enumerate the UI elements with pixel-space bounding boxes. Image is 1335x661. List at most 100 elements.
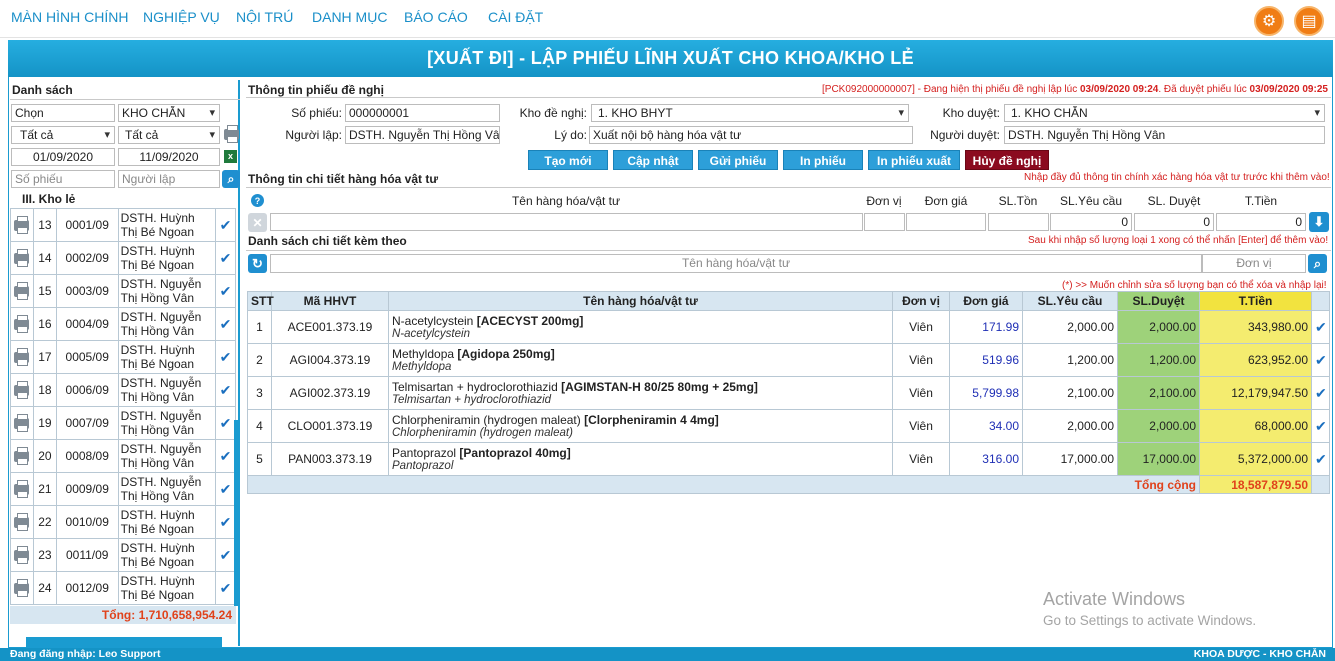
list-row[interactable]: 13 0001/09 DSTH. Huỳnh Thị Bé Ngoan ✔ — [10, 208, 236, 242]
create-new-button[interactable]: Tạo mới — [528, 150, 608, 170]
so-phieu-field[interactable]: 000000001 — [345, 104, 500, 122]
item-approved-input[interactable]: 0 — [1134, 213, 1214, 231]
print-icon[interactable] — [10, 373, 34, 407]
row-creator: DSTH. Huỳnh Thị Bé Ngoan — [117, 208, 217, 242]
table-row[interactable]: 4 CLO001.373.19 Chlorpheniramin (hydrogen … — [247, 409, 1330, 443]
list-scrollbar[interactable] — [234, 420, 239, 606]
search-item-input[interactable]: Tên hàng hóa/vật tư — [270, 254, 1202, 273]
list-row[interactable]: 18 0006/09 DSTH. Nguyễn Thị Hồng Vân ✔ — [10, 373, 236, 407]
print-icon[interactable] — [10, 406, 34, 440]
list-row[interactable]: 22 0010/09 DSTH. Huỳnh Thị Bé Ngoan ✔ — [10, 505, 236, 539]
search-icon[interactable]: ⌕ — [222, 170, 240, 188]
cell-total: 68,000.00 — [1199, 409, 1312, 443]
col-approved-label: SL. Duyệt — [1147, 194, 1201, 208]
print-icon[interactable] — [10, 208, 34, 242]
check-icon: ✔ — [215, 439, 236, 473]
print-list-icon[interactable] — [224, 125, 239, 143]
list-row[interactable]: 17 0005/09 DSTH. Huỳnh Thị Bé Ngoan ✔ — [10, 340, 236, 374]
cancel-request-button[interactable]: Hủy đề nghị — [965, 150, 1049, 170]
so-phieu-search-input[interactable]: Số phiếu — [11, 170, 115, 188]
cell-name: Telmisartan + hydroclorothiazid [AGIMSTA… — [388, 376, 893, 410]
excel-export-icon[interactable]: x — [224, 150, 237, 163]
search-unit-input[interactable]: Đơn vị — [1202, 254, 1306, 273]
update-button[interactable]: Cập nhật — [613, 150, 693, 170]
left-panel-title: Danh sách — [12, 83, 73, 97]
manual-book-icon[interactable]: ▤ — [1294, 6, 1324, 36]
list-row[interactable]: 14 0002/09 DSTH. Huỳnh Thị Bé Ngoan ✔ — [10, 241, 236, 275]
print-icon[interactable] — [10, 472, 34, 506]
print-icon[interactable] — [10, 307, 34, 341]
settings-gear-icon[interactable]: ⚙ — [1254, 6, 1284, 36]
list-row[interactable]: 21 0009/09 DSTH. Nguyễn Thị Hồng Vân ✔ — [10, 472, 236, 506]
nguoi-lap-search-input[interactable]: Người lập — [118, 170, 220, 188]
ly-do-field[interactable]: Xuất nội bộ hàng hóa vật tư — [589, 126, 913, 144]
load-more-button[interactable] — [26, 637, 222, 647]
kho-duyet-select[interactable]: 1. KHO CHẴN — [1004, 104, 1325, 122]
col-unit-label: Đơn vị — [866, 194, 902, 208]
nav-cai-dat[interactable]: CÀI ĐẶT — [488, 9, 543, 25]
row-creator: DSTH. Huỳnh Thị Bé Ngoan — [117, 340, 217, 374]
print-icon[interactable] — [10, 505, 34, 539]
clear-icon[interactable]: ✕ — [248, 213, 267, 232]
to-date-field[interactable]: 11/09/2020 — [118, 148, 220, 166]
nav-bao-cao[interactable]: BÁO CÁO — [404, 9, 468, 25]
print-icon[interactable] — [10, 340, 34, 374]
from-date-field[interactable]: 01/09/2020 — [11, 148, 115, 166]
th-total: T.Tiền — [1199, 291, 1312, 311]
type-filter-select[interactable]: Tất cả — [118, 126, 220, 144]
list-row[interactable]: 20 0008/09 DSTH. Nguyễn Thị Hồng Vân ✔ — [10, 439, 236, 473]
print-icon[interactable] — [10, 274, 34, 308]
item-stock-input[interactable] — [988, 213, 1049, 231]
list-row[interactable]: 16 0004/09 DSTH. Nguyễn Thị Hồng Vân ✔ — [10, 307, 236, 341]
nguoi-duyet-field[interactable]: DSTH. Nguyễn Thị Hồng Vân — [1004, 126, 1325, 144]
item-price-input[interactable] — [906, 213, 986, 231]
print-icon[interactable] — [10, 241, 34, 275]
row-number: 15 — [32, 274, 57, 308]
send-button[interactable]: Gửi phiếu — [698, 150, 778, 170]
search-icon[interactable]: ⌕ — [1308, 254, 1327, 273]
list-row[interactable]: 19 0007/09 DSTH. Nguyễn Thị Hồng Vân ✔ — [10, 406, 236, 440]
nav-man-hinh-chinh[interactable]: MÀN HÌNH CHÍNH — [11, 9, 128, 25]
check-icon: ✔ — [215, 538, 236, 572]
print-export-button[interactable]: In phiếu xuất — [868, 150, 960, 170]
table-row[interactable]: 3 AGI002.373.19 Telmisartan + hydrocloroth… — [247, 376, 1330, 410]
cell-stt: 5 — [247, 442, 272, 476]
nav-nghiep-vu[interactable]: NGHIỆP VỤ — [143, 9, 220, 25]
nguoi-duyet-label: Người duyệt: — [930, 128, 1000, 142]
item-total-input[interactable]: 0 — [1216, 213, 1306, 231]
list-row[interactable]: 24 0012/09 DSTH. Huỳnh Thị Bé Ngoan ✔ — [10, 571, 236, 605]
cell-approved: 1,200.00 — [1117, 343, 1200, 377]
list-row[interactable]: 23 0011/09 DSTH. Huỳnh Thị Bé Ngoan ✔ — [10, 538, 236, 572]
cell-code: CLO001.373.19 — [271, 409, 389, 443]
chon-select[interactable]: Chọn — [11, 104, 115, 122]
refresh-icon[interactable]: ↻ — [248, 254, 267, 273]
check-icon: ✔ — [215, 274, 236, 308]
status-line: [PCK092000000007] - Đang hiện thị phiếu … — [822, 84, 1328, 95]
kho-de-nghi-select[interactable]: 1. KHO BHYT — [591, 104, 909, 122]
table-row[interactable]: 5 PAN003.373.19 Pantoprazol [Pantoprazol 4… — [247, 442, 1330, 476]
print-icon[interactable] — [10, 439, 34, 473]
cell-stt: 1 — [247, 310, 272, 344]
th-code: Mã HHVT — [271, 291, 389, 311]
item-name-input[interactable] — [270, 213, 863, 231]
list-row[interactable]: 15 0003/09 DSTH. Nguyễn Thị Hồng Vân ✔ — [10, 274, 236, 308]
table-row[interactable]: 2 AGI004.373.19 Methyldopa [Agidopa 250mg]… — [247, 343, 1330, 377]
item-request-input[interactable]: 0 — [1050, 213, 1132, 231]
row-creator: DSTH. Nguyễn Thị Hồng Vân — [117, 406, 217, 440]
nguoi-lap-field[interactable]: DSTH. Nguyễn Thị Hồng Vân — [345, 126, 500, 144]
top-navigation: MÀN HÌNH CHÍNH NGHIỆP VỤ NỘI TRÚ DANH MỤ… — [0, 0, 1335, 38]
row-code: 0007/09 — [55, 406, 119, 440]
nav-noi-tru[interactable]: NỘI TRÚ — [236, 9, 293, 25]
status-filter-select[interactable]: Tất cả — [11, 126, 115, 144]
divider — [10, 99, 240, 100]
print-button[interactable]: In phiếu — [783, 150, 863, 170]
kho-select[interactable]: KHO CHẴN — [118, 104, 220, 122]
add-item-icon[interactable]: ⬇ — [1309, 212, 1329, 232]
table-row[interactable]: 1 ACE001.373.19 N-acetylcystein [ACECYST 2… — [247, 310, 1330, 344]
nav-danh-muc[interactable]: DANH MỤC — [312, 9, 387, 25]
print-icon[interactable] — [10, 571, 34, 605]
print-icon[interactable] — [10, 538, 34, 572]
list-table: 13 0001/09 DSTH. Huỳnh Thị Bé Ngoan ✔ 14 0002/… — [10, 208, 236, 605]
help-icon[interactable]: ? — [251, 194, 264, 207]
item-unit-input[interactable] — [864, 213, 905, 231]
